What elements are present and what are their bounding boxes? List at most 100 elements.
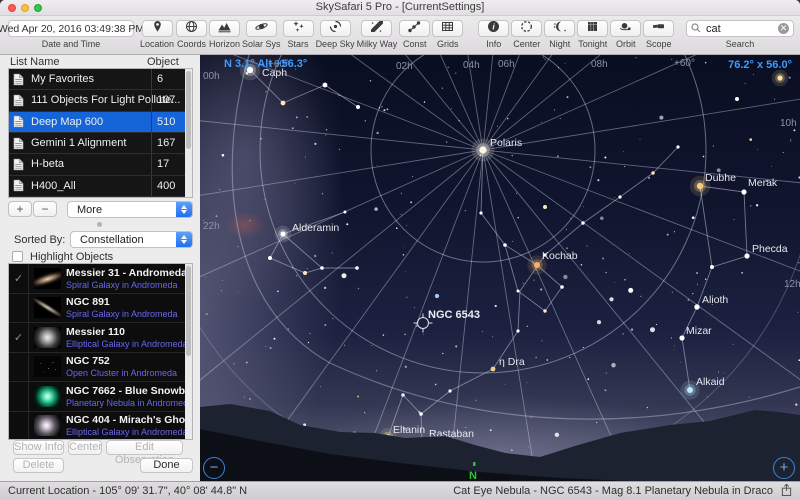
zoom-window-button[interactable] (34, 4, 42, 12)
toolbar-button-horizon[interactable]: Horizon (209, 20, 240, 49)
search-input[interactable] (704, 21, 775, 36)
remove-list-button[interactable]: − (33, 201, 57, 217)
sky-view[interactable]: Caph Polaris Alderamin Kochab Dubhe Merak Phec… (200, 55, 800, 481)
star[interactable] (280, 100, 286, 106)
star[interactable] (479, 211, 483, 215)
toolbar-button-tonight[interactable]: Tonight (577, 20, 609, 49)
done-button[interactable]: Done (140, 458, 193, 473)
star[interactable] (618, 195, 622, 199)
star[interactable] (356, 105, 360, 109)
toolbar-button-solarsys[interactable]: Solar Sys (242, 20, 281, 49)
share-icon[interactable] (781, 483, 792, 500)
star[interactable] (581, 221, 585, 225)
minimize-window-button[interactable] (21, 4, 29, 12)
star-Kochab[interactable] (534, 262, 540, 268)
star[interactable] (676, 145, 680, 149)
object-row[interactable]: NGC 752 Open Cluster in Andromeda (9, 352, 192, 382)
toolbar-button-orbit[interactable]: Orbit (610, 20, 642, 49)
datetime-control[interactable]: Wed Apr 20, 2016 03:49:38 PM Date and Ti… (0, 20, 144, 49)
list-row[interactable]: Gemini 1 Alignment 167 (9, 132, 192, 155)
star[interactable] (710, 265, 714, 269)
toolbar-button-grids[interactable]: Grids (432, 20, 464, 49)
star[interactable] (777, 75, 783, 81)
edit-observation-button[interactable]: Edit Observation (106, 440, 183, 466)
star[interactable] (503, 243, 507, 247)
toolbar-button-milkyway[interactable]: Milky Way (357, 20, 397, 49)
observed-checkmark[interactable]: ✓ (9, 264, 29, 293)
observed-checkmark[interactable] (9, 352, 29, 381)
star[interactable] (268, 256, 272, 260)
star[interactable] (448, 389, 452, 393)
toolbar-button-deepsky[interactable]: Deep Sky (316, 20, 355, 49)
panel-resize-handle[interactable] (97, 222, 102, 227)
zoom-in-button[interactable]: + (773, 457, 795, 479)
star-Alioth[interactable] (694, 304, 700, 310)
observed-checkmark[interactable] (9, 411, 29, 439)
location-icon (151, 20, 164, 38)
search-box[interactable]: ✕ (686, 20, 794, 37)
object-row[interactable]: NGC 404 - Mirach's Ghost Elliptical Galax… (9, 411, 192, 439)
star[interactable] (543, 309, 547, 313)
list-row[interactable]: My Favorites 6 (9, 69, 192, 91)
delete-button[interactable]: Delete (13, 458, 64, 473)
star[interactable] (322, 82, 328, 88)
scrollbar[interactable] (185, 69, 192, 197)
list-row[interactable]: 111 Objects For Light Pollute... 107 (9, 90, 192, 112)
sorted-by-popup[interactable]: Constellation (70, 231, 193, 248)
toolbar-button-stars[interactable]: Stars (282, 20, 314, 49)
star[interactable] (735, 97, 739, 101)
observed-checkmark[interactable]: ✓ (9, 323, 29, 352)
star[interactable] (516, 329, 520, 333)
scrollbar[interactable] (185, 264, 192, 439)
toolbar-button-const[interactable]: Const (399, 20, 431, 49)
observed-checkmark[interactable] (9, 382, 29, 411)
star[interactable] (355, 266, 359, 270)
toolbar-button-night[interactable]: Night (544, 20, 576, 49)
highlight-objects-checkbox[interactable] (12, 251, 23, 262)
star[interactable] (343, 210, 347, 214)
star-Phecda[interactable] (744, 253, 750, 259)
object-row[interactable]: NGC 891 Spiral Galaxy in Andromeda (9, 293, 192, 323)
star[interactable] (303, 271, 307, 275)
observed-checkmark[interactable] (9, 293, 29, 322)
close-window-button[interactable] (8, 4, 16, 12)
toolbar-button-location[interactable]: Location (140, 20, 174, 49)
star[interactable] (419, 412, 423, 416)
star-η Dra[interactable] (490, 366, 496, 372)
list-row[interactable]: Deep Map 600 510 (9, 111, 192, 133)
show-info-button[interactable]: Show Info (13, 440, 64, 455)
star[interactable] (543, 205, 547, 209)
object-row[interactable]: ✓ Messier 110 Elliptical Galaxy in Androme… (9, 323, 192, 353)
toolbar-button-coords[interactable]: Coords (176, 20, 208, 49)
toolbar-button-info[interactable]: i Info (478, 20, 510, 49)
object-row[interactable]: NGC 7662 - Blue Snowball NebulaPlanetary… (9, 382, 192, 412)
zoom-out-button[interactable]: − (203, 457, 225, 479)
star[interactable] (434, 293, 440, 299)
star[interactable] (543, 253, 547, 257)
star[interactable] (516, 289, 520, 293)
star[interactable] (651, 171, 655, 175)
star-Mizar[interactable] (679, 335, 685, 341)
center-button[interactable]: Center (68, 440, 102, 455)
toolbar-button-center[interactable]: Center (511, 20, 543, 49)
sidebar: List Name Object Count My Favorites6111 … (0, 55, 200, 481)
sky-canvas[interactable]: CaphPolarisAlderaminKochabDubhe MerakPhec… (200, 55, 800, 481)
star[interactable] (320, 266, 324, 270)
datetime-value[interactable]: Wed Apr 20, 2016 03:49:38 PM (0, 20, 144, 37)
star-label: Mizar (686, 325, 712, 337)
star-Alderamin[interactable] (280, 231, 286, 237)
add-list-button[interactable]: + (8, 201, 32, 217)
star-Merak[interactable] (741, 189, 747, 195)
object-row[interactable]: ✓ Messier 31 - Andromeda GalaxySpiral Gal… (9, 264, 192, 294)
star-Polaris[interactable] (479, 146, 487, 154)
list-row[interactable]: H-beta 17 (9, 154, 192, 176)
clear-search-icon[interactable]: ✕ (778, 23, 789, 34)
compass-north-label: N (469, 470, 477, 481)
star-Alkaid[interactable] (687, 387, 693, 393)
star[interactable] (560, 285, 564, 289)
list-row[interactable]: H400_All 400 (9, 175, 192, 197)
more-popup[interactable]: More (67, 201, 193, 218)
star[interactable] (401, 393, 405, 397)
star-Dubhe[interactable] (696, 182, 704, 190)
toolbar-button-scope[interactable]: Scope (643, 20, 675, 49)
